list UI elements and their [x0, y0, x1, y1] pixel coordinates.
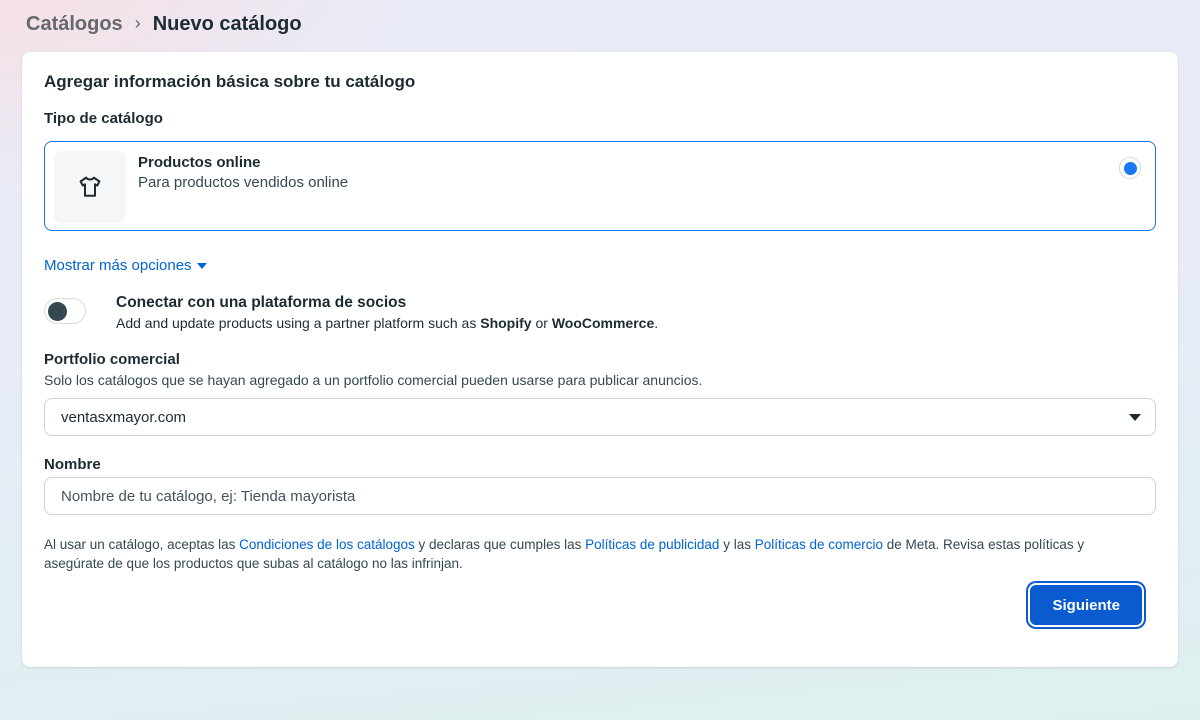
show-more-options-link[interactable]: Mostrar más opciones — [44, 257, 207, 274]
option-icon-box — [54, 151, 126, 223]
catalog-name-input[interactable] — [44, 477, 1156, 515]
card-footer: Siguiente — [44, 585, 1156, 625]
new-catalog-card: Agregar información básica sobre tu catá… — [22, 52, 1178, 667]
portfolio-selected-value: ventasxmayor.com — [61, 409, 186, 426]
platform-woocommerce: WooCommerce — [552, 315, 654, 331]
partner-texts: Conectar con una plataforma de socios Ad… — [86, 294, 658, 331]
partner-toggle[interactable] — [44, 298, 86, 324]
breadcrumb: Catálogos › Nuevo catálogo — [0, 0, 1200, 48]
tshirt-icon — [75, 172, 105, 202]
catalog-terms-link[interactable]: Condiciones de los catálogos — [239, 537, 415, 552]
catalog-type-label: Tipo de catálogo — [44, 110, 1156, 127]
name-label: Nombre — [44, 456, 1156, 473]
option-productos-online[interactable]: Productos online Para productos vendidos… — [44, 141, 1156, 231]
show-more-options-label: Mostrar más opciones — [44, 257, 192, 274]
chevron-down-icon — [197, 263, 207, 269]
breadcrumb-catalogs-link[interactable]: Catálogos — [26, 13, 123, 36]
form-title: Agregar información básica sobre tu catá… — [44, 72, 1156, 92]
commerce-policies-link[interactable]: Políticas de comercio — [755, 537, 883, 552]
portfolio-select[interactable]: ventasxmayor.com — [44, 398, 1156, 436]
option-description: Para productos vendidos online — [138, 174, 1119, 191]
partner-description: Add and update products using a partner … — [116, 315, 658, 331]
page-title: Nuevo catálogo — [153, 13, 302, 36]
platform-shopify: Shopify — [480, 315, 531, 331]
toggle-knob — [48, 302, 67, 321]
portfolio-description: Solo los catálogos que se hayan agregado… — [44, 372, 1156, 388]
select-caret-icon — [1129, 414, 1141, 421]
partner-platform-row: Conectar con una plataforma de socios Ad… — [44, 294, 1156, 331]
option-radio-selected[interactable] — [1119, 157, 1141, 179]
option-title: Productos online — [138, 154, 1119, 171]
next-button[interactable]: Siguiente — [1030, 585, 1142, 625]
partner-title: Conectar con una plataforma de socios — [116, 294, 658, 312]
legal-text: Al usar un catálogo, aceptas las Condici… — [44, 535, 1144, 573]
radio-dot — [1124, 162, 1137, 175]
breadcrumb-chevron-icon: › — [135, 13, 141, 34]
advertising-policies-link[interactable]: Políticas de publicidad — [585, 537, 719, 552]
option-texts: Productos online Para productos vendidos… — [126, 151, 1119, 191]
portfolio-label: Portfolio comercial — [44, 351, 1156, 368]
